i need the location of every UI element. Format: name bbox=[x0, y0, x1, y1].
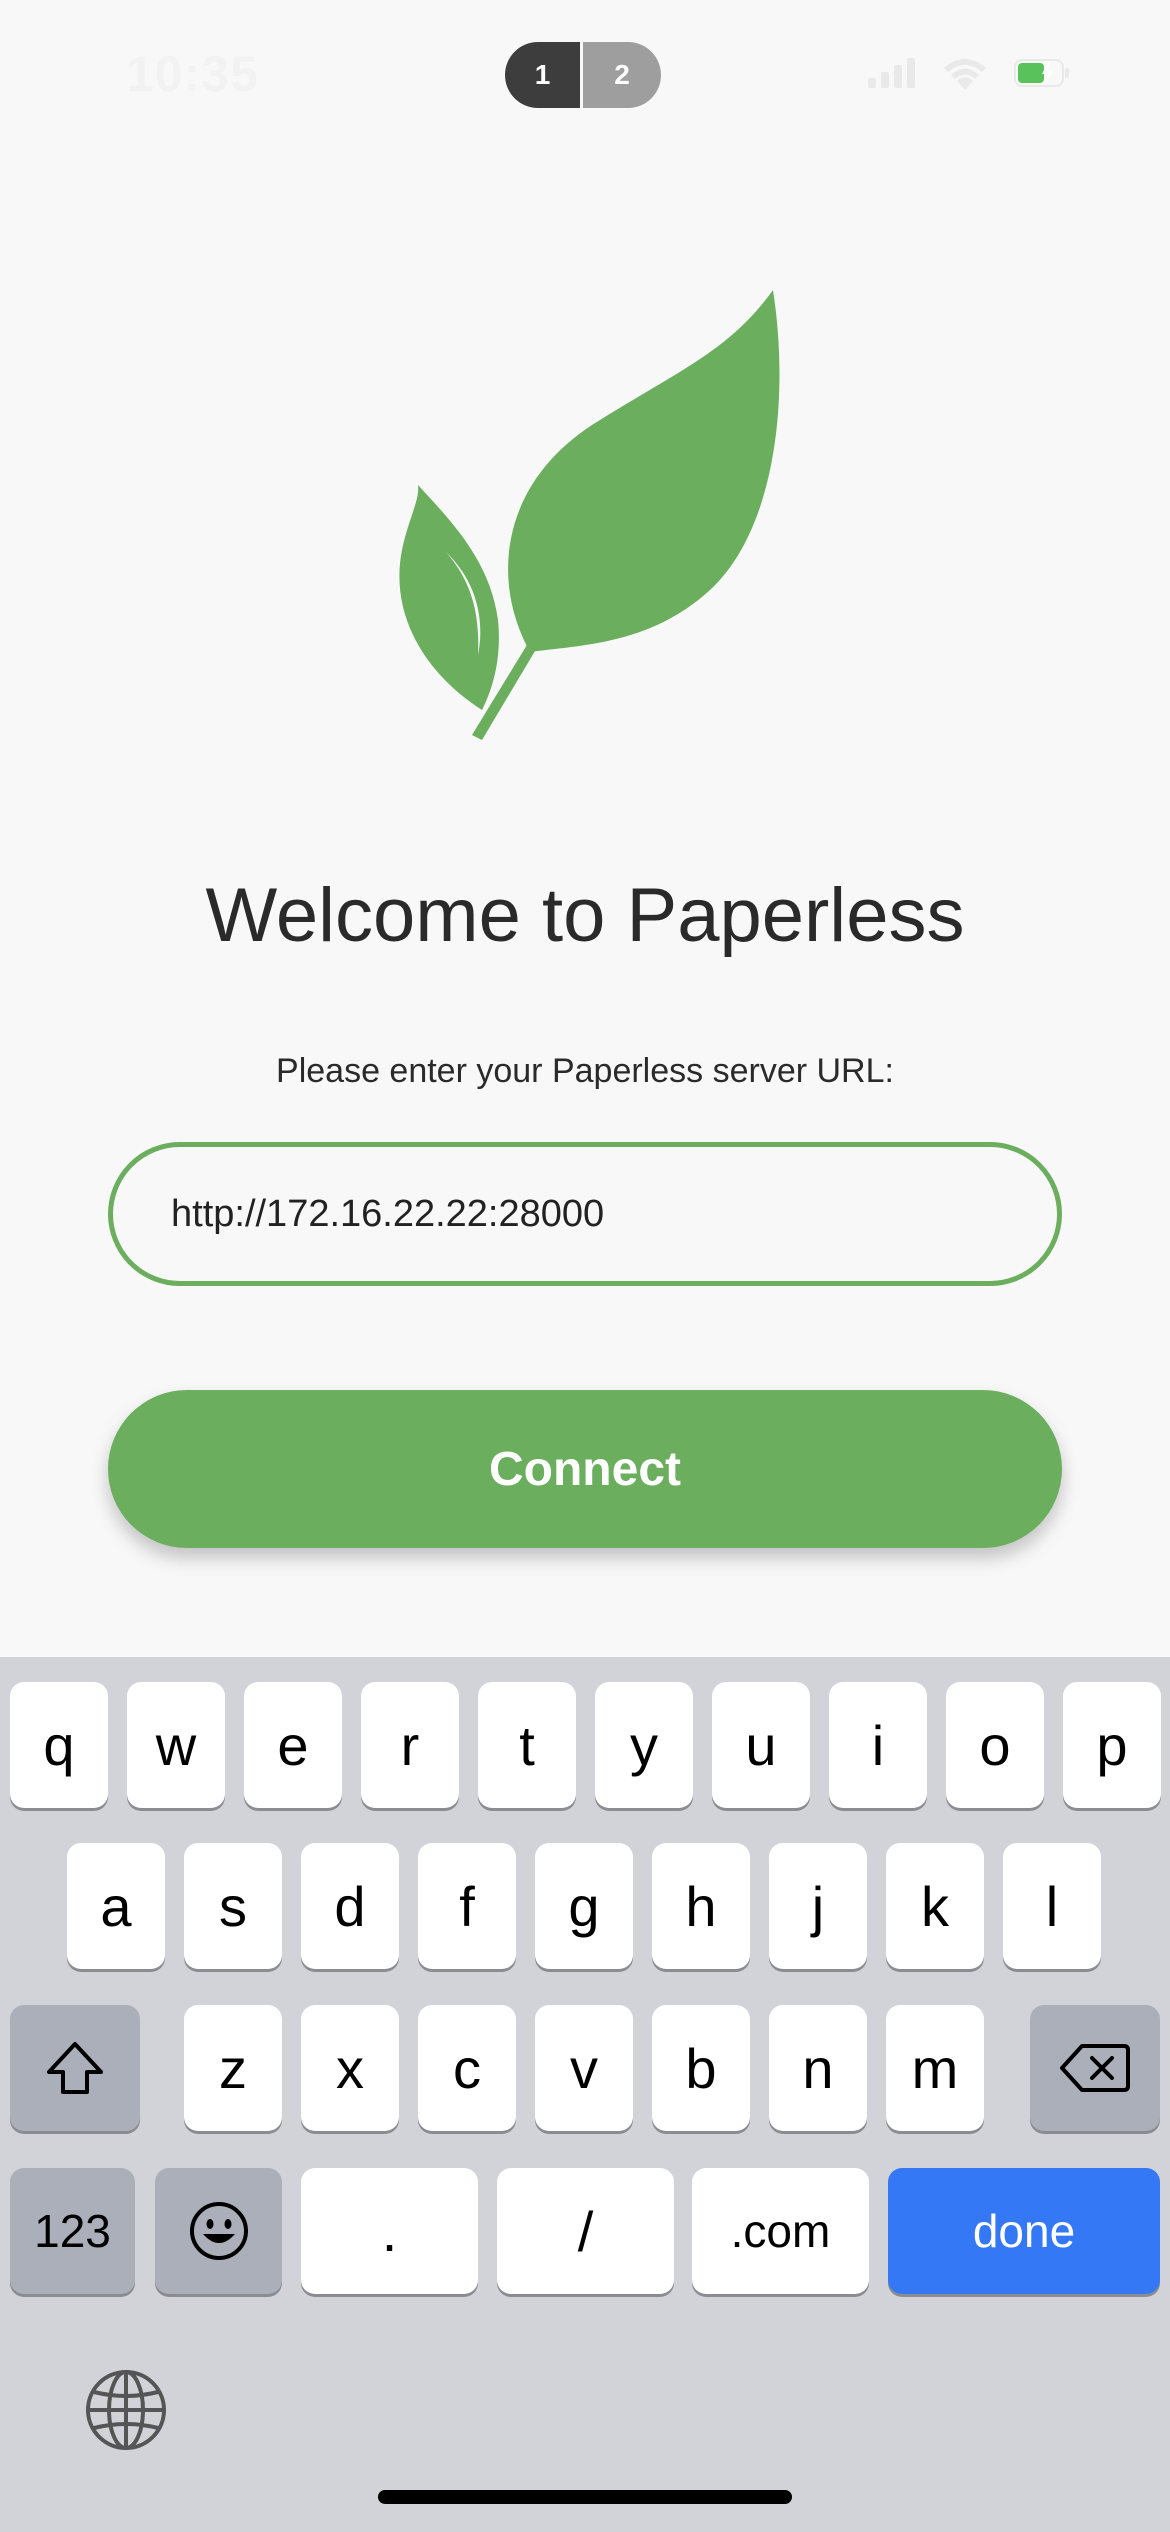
page-indicator-2[interactable]: 2 bbox=[583, 42, 661, 108]
status-icons bbox=[868, 56, 1070, 90]
page-indicator[interactable]: 1 2 bbox=[505, 42, 661, 108]
key-m[interactable]: m bbox=[886, 2005, 984, 2131]
key-c[interactable]: c bbox=[418, 2005, 516, 2131]
key-r[interactable]: r bbox=[361, 1682, 459, 1808]
backspace-key[interactable] bbox=[1030, 2005, 1160, 2131]
server-url-input[interactable] bbox=[171, 1192, 991, 1236]
key-b[interactable]: b bbox=[652, 2005, 750, 2131]
numbers-key[interactable]: 123 bbox=[10, 2168, 135, 2294]
key-h[interactable]: h bbox=[652, 1843, 750, 1969]
key-n[interactable]: n bbox=[769, 2005, 867, 2131]
key-y[interactable]: y bbox=[595, 1682, 693, 1808]
key-i[interactable]: i bbox=[829, 1682, 927, 1808]
status-time: 10:35 bbox=[126, 46, 259, 102]
key-e[interactable]: e bbox=[244, 1682, 342, 1808]
key-o[interactable]: o bbox=[946, 1682, 1044, 1808]
globe-icon[interactable] bbox=[84, 2368, 168, 2452]
cellular-signal-icon bbox=[868, 58, 915, 88]
battery-icon bbox=[1014, 59, 1069, 87]
key-s[interactable]: s bbox=[184, 1843, 282, 1969]
page-indicator-1[interactable]: 1 bbox=[505, 42, 583, 108]
key-j[interactable]: j bbox=[769, 1843, 867, 1969]
key-z[interactable]: z bbox=[184, 2005, 282, 2131]
key-d[interactable]: d bbox=[301, 1843, 399, 1969]
server-url-prompt: Please enter your Paperless server URL: bbox=[276, 1052, 894, 1090]
key-t[interactable]: t bbox=[478, 1682, 576, 1808]
connect-button[interactable]: Connect bbox=[108, 1390, 1062, 1548]
dotcom-key[interactable]: .com bbox=[692, 2168, 869, 2294]
home-indicator[interactable] bbox=[378, 2490, 792, 2504]
shift-icon bbox=[47, 2042, 103, 2094]
key-k[interactable]: k bbox=[886, 1843, 984, 1969]
welcome-title: Welcome to Paperless bbox=[205, 873, 965, 958]
server-url-field[interactable] bbox=[108, 1142, 1062, 1286]
dot-key[interactable]: . bbox=[301, 2168, 478, 2294]
key-g[interactable]: g bbox=[535, 1843, 633, 1969]
status-bar: 10:35 1 2 bbox=[0, 0, 1170, 150]
onscreen-keyboard: q w e r t y u i o p a s d f g h j k l z … bbox=[0, 1657, 1170, 2532]
key-f[interactable]: f bbox=[418, 1843, 516, 1969]
backspace-icon bbox=[1060, 2044, 1130, 2092]
key-u[interactable]: u bbox=[712, 1682, 810, 1808]
key-a[interactable]: a bbox=[67, 1843, 165, 1969]
done-key[interactable]: done bbox=[888, 2168, 1160, 2294]
key-l[interactable]: l bbox=[1003, 1843, 1101, 1969]
emoji-key[interactable] bbox=[155, 2168, 282, 2294]
key-v[interactable]: v bbox=[535, 2005, 633, 2131]
wifi-icon bbox=[944, 59, 986, 90]
key-q[interactable]: q bbox=[10, 1682, 108, 1808]
key-w[interactable]: w bbox=[127, 1682, 225, 1808]
shift-key[interactable] bbox=[10, 2005, 140, 2131]
key-p[interactable]: p bbox=[1063, 1682, 1161, 1808]
emoji-icon bbox=[189, 2202, 248, 2260]
slash-key[interactable]: / bbox=[497, 2168, 674, 2294]
key-x[interactable]: x bbox=[301, 2005, 399, 2131]
paperless-leaf-logo bbox=[399, 290, 780, 740]
